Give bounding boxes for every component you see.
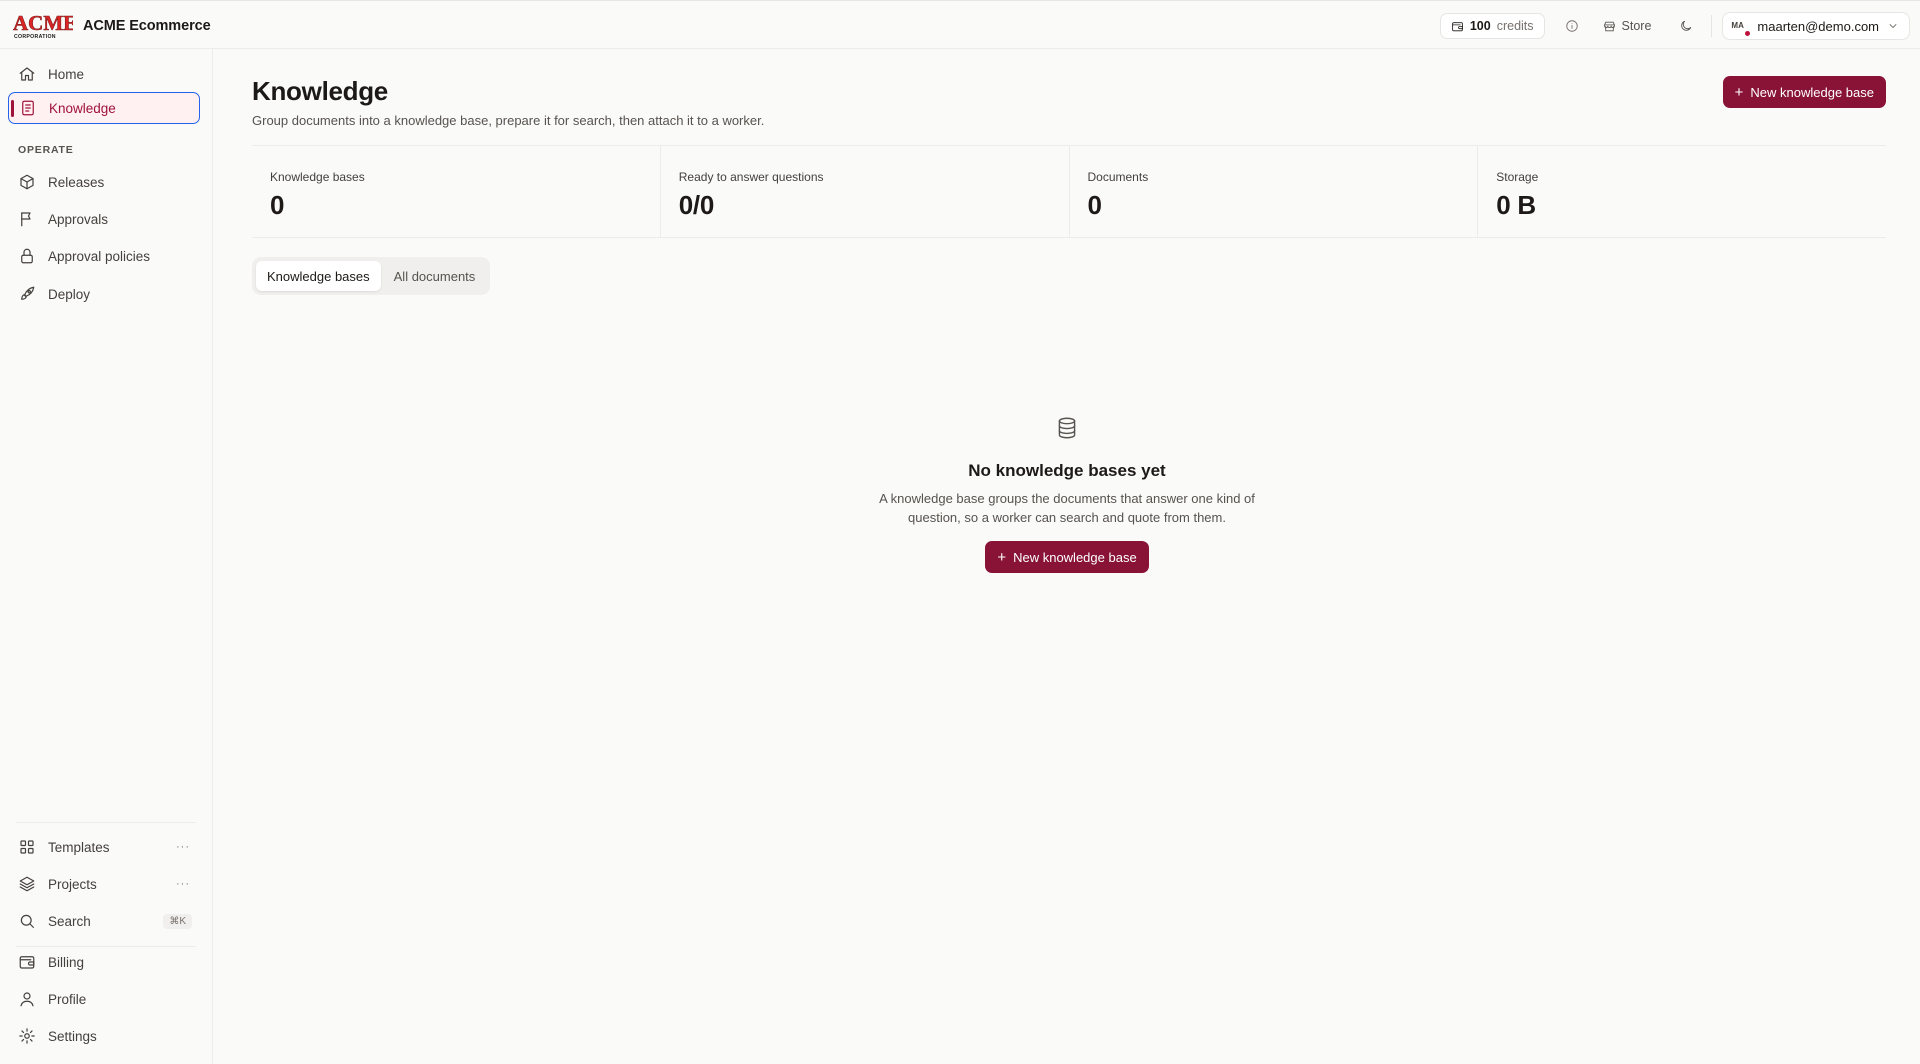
sidebar-item-settings[interactable]: Settings	[8, 1020, 200, 1052]
empty-state-description: A knowledge base groups the documents th…	[879, 491, 1255, 525]
sidebar-item-deploy[interactable]: Deploy	[8, 278, 200, 310]
sidebar-item-templates[interactable]: Templates ···	[8, 831, 200, 863]
wallet-icon	[19, 956, 35, 969]
stat-label: Knowledge bases	[270, 170, 365, 184]
sidebar-item-label: Templates	[48, 839, 110, 855]
more-options-icon[interactable]: ···	[176, 878, 190, 890]
sidebar-item-home[interactable]: Home	[8, 58, 200, 90]
stat-label: Ready to answer questions	[678, 170, 824, 184]
sidebar-item-label: Billing	[48, 954, 85, 970]
store-icon	[1603, 21, 1615, 31]
home-icon	[19, 67, 35, 81]
sidebar-item-label: Search	[48, 913, 91, 929]
sidebar-item-label: Settings	[48, 1028, 97, 1044]
stat-knowledge-bases: Knowledge bases 0	[252, 146, 660, 237]
topbar-divider	[1711, 15, 1713, 37]
status-dot	[1745, 31, 1751, 36]
store-button[interactable]: Store	[1603, 19, 1652, 33]
top-right-actions: 100 credits Store MA maarten@demo.com	[1439, 12, 1910, 40]
tab-all-documents[interactable]: All documents	[383, 261, 487, 291]
page-title: Knowledge	[252, 76, 388, 106]
layers-icon	[19, 876, 35, 892]
sidebar-item-label: Home	[48, 66, 85, 82]
sidebar-item-approval-policies[interactable]: Approval policies	[8, 240, 200, 272]
brand[interactable]: ACME CORPORATION ACME Ecommerce	[13, 11, 211, 41]
stat-value: 0/0	[678, 190, 715, 220]
sidebar-divider	[16, 822, 196, 823]
empty-state-title: No knowledge bases yet	[968, 461, 1166, 480]
main-content: Knowledge Group documents into a knowled…	[214, 49, 1920, 1064]
gear-icon	[19, 1028, 35, 1044]
search-icon	[20, 914, 34, 928]
stat-value: 0	[1087, 190, 1102, 220]
empty-state-new-knowledge-base-button[interactable]: + New knowledge base	[985, 541, 1149, 573]
sidebar-item-label: Approval policies	[48, 248, 151, 264]
user-menu-button[interactable]: MA maarten@demo.com	[1722, 12, 1910, 40]
rocket-icon	[21, 286, 35, 300]
info-icon	[1565, 20, 1578, 32]
stat-value: 0 B	[1496, 190, 1536, 220]
stats-row: Knowledge bases 0 Ready to answer questi…	[252, 145, 1886, 238]
package-icon	[20, 174, 34, 190]
sidebar-item-projects[interactable]: Projects ···	[8, 868, 200, 900]
button-label: New knowledge base	[1013, 549, 1137, 565]
sidebar-item-approvals[interactable]: Approvals	[8, 203, 200, 235]
svg-text:ACME: ACME	[13, 11, 73, 35]
acme-logo: ACME CORPORATION	[13, 11, 73, 40]
new-knowledge-base-button[interactable]: + New knowledge base	[1722, 76, 1886, 108]
grid-icon	[20, 840, 34, 854]
sidebar-item-profile[interactable]: Profile	[8, 983, 200, 1015]
moon-icon	[1681, 20, 1692, 31]
sidebar-item-label: Projects	[48, 876, 97, 892]
avatar-initials: MA	[1731, 21, 1744, 30]
view-tabs: Knowledge bases All documents	[252, 257, 491, 295]
sidebar-item-label: Approvals	[48, 211, 109, 227]
active-indicator	[11, 100, 14, 117]
chevron-down-icon	[1889, 24, 1897, 28]
document-icon	[22, 100, 34, 116]
svg-text:CORPORATION: CORPORATION	[14, 34, 56, 40]
workspace-name: ACME Ecommerce	[83, 18, 211, 34]
sidebar-item-label: Deploy	[48, 286, 91, 302]
theme-toggle-button[interactable]	[1673, 13, 1699, 39]
sidebar-item-knowledge[interactable]: Knowledge	[8, 92, 200, 124]
credits-badge[interactable]: 100 credits	[1439, 13, 1545, 39]
lock-icon	[21, 248, 33, 264]
info-button[interactable]	[1559, 13, 1585, 39]
user-icon	[20, 992, 34, 1007]
database-icon	[1058, 417, 1076, 439]
more-options-icon[interactable]: ···	[176, 841, 190, 853]
section-label-operate: OPERATE	[18, 144, 74, 156]
stat-ready-to-answer: Ready to answer questions 0/0	[659, 146, 1069, 237]
tab-knowledge-bases[interactable]: Knowledge bases	[256, 261, 381, 291]
stat-storage: Storage 0 B	[1477, 146, 1886, 237]
sidebar: Home Knowledge OPERATE Releases Approval…	[0, 49, 213, 1064]
page-subtitle: Group documents into a knowledge base, p…	[252, 113, 765, 128]
avatar: MA	[1731, 19, 1751, 36]
store-label: Store	[1621, 19, 1652, 33]
button-label: New knowledge base	[1750, 84, 1874, 100]
stat-documents: Documents 0	[1068, 146, 1478, 237]
stat-label: Documents	[1087, 170, 1149, 184]
stat-value: 0	[270, 190, 285, 220]
sidebar-item-label: Profile	[48, 991, 87, 1007]
stat-label: Storage	[1496, 170, 1539, 184]
sidebar-item-label: Knowledge	[49, 100, 116, 116]
credits-value: 100	[1469, 19, 1491, 33]
wallet-icon	[1452, 21, 1463, 31]
plus-icon: +	[997, 548, 1007, 566]
credits-label: credits	[1496, 19, 1534, 33]
empty-state: No knowledge bases yet A knowledge base …	[214, 415, 1920, 573]
keyboard-shortcut: ⌘K	[163, 913, 192, 929]
sidebar-item-search[interactable]: Search ⌘K	[8, 905, 200, 937]
sidebar-item-billing[interactable]: Billing	[8, 946, 200, 978]
sidebar-item-label: Releases	[48, 174, 105, 190]
plus-icon: +	[1734, 83, 1744, 101]
top-bar: ACME CORPORATION ACME Ecommerce 100 cred…	[0, 0, 1920, 49]
user-email: maarten@demo.com	[1757, 18, 1879, 34]
flag-icon	[21, 212, 31, 227]
sidebar-item-releases[interactable]: Releases	[8, 166, 200, 198]
